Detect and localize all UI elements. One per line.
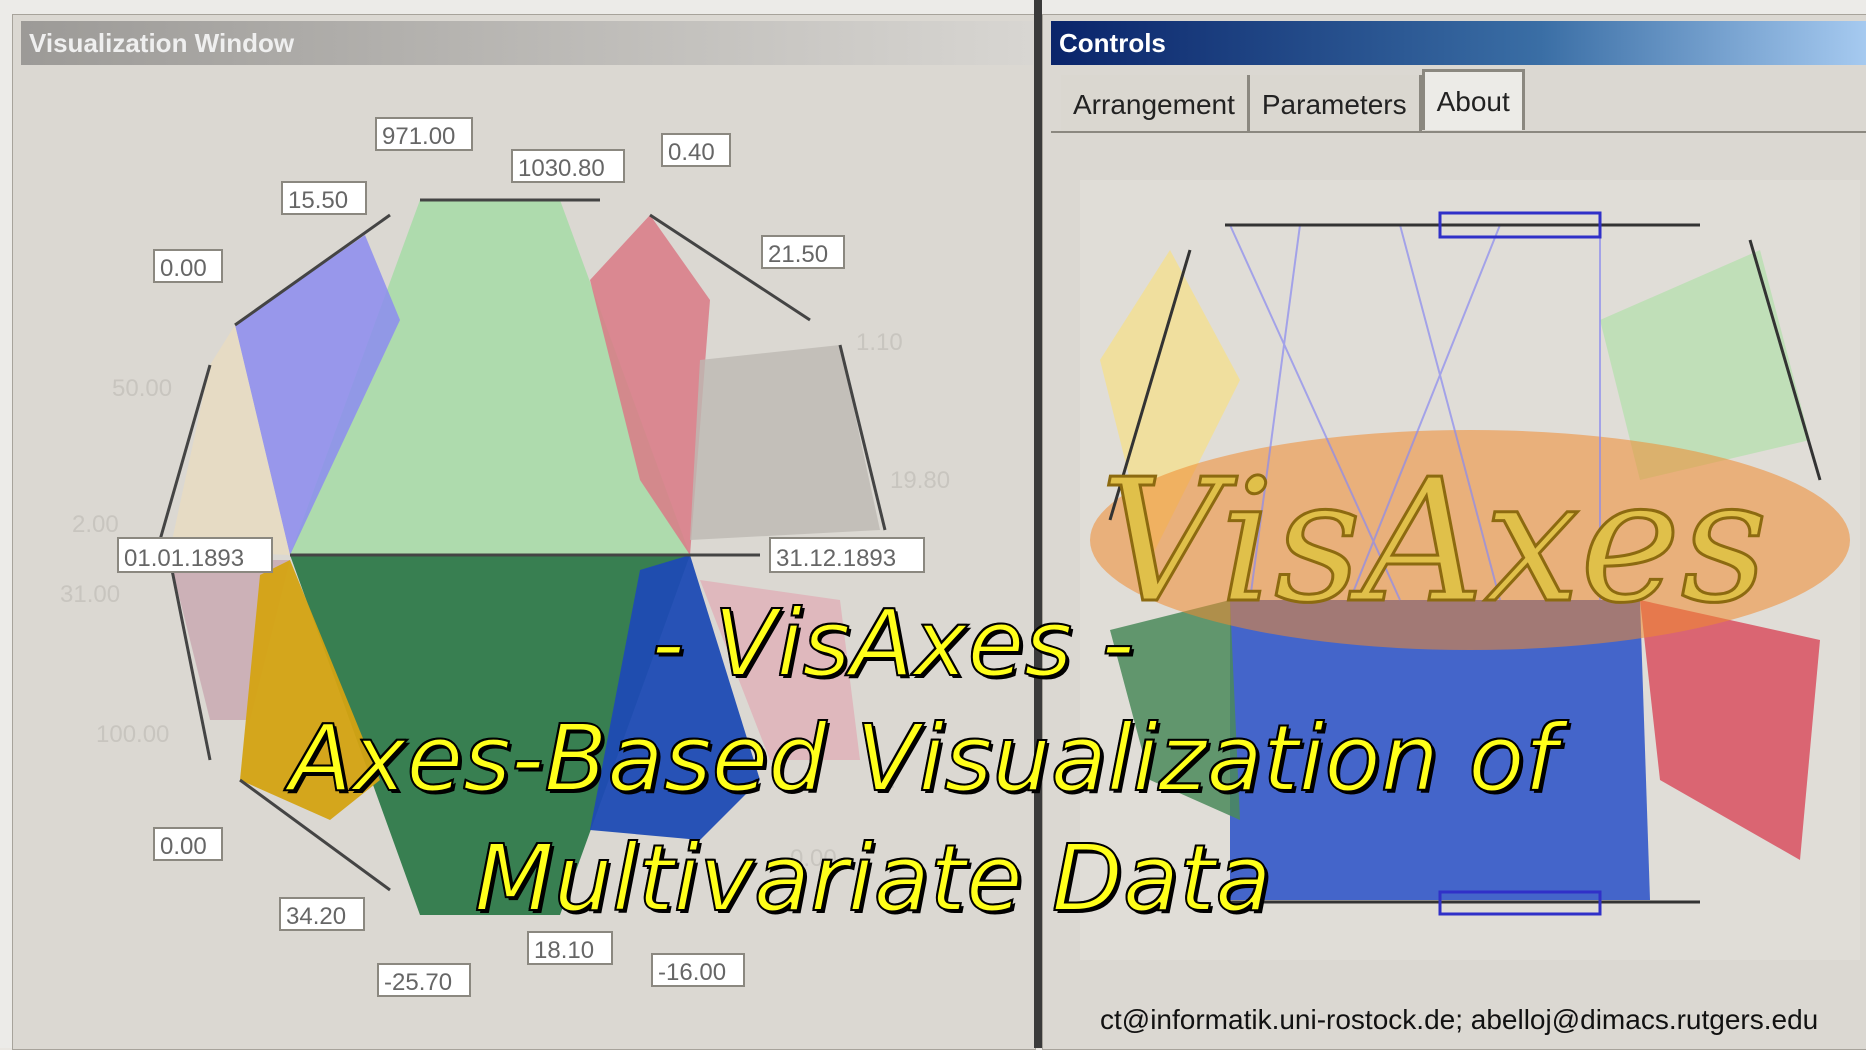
axis-label: 2.00 [72, 511, 119, 538]
axis-band-grey [690, 345, 880, 540]
app-frame: Visualization Window Controls Arrangemen… [0, 0, 1866, 1050]
axis-label: 0.40 [668, 139, 715, 166]
overlay-title-line2: Axes-Based Visualization of [288, 704, 1558, 813]
axis-label: 01.01.1893 [124, 545, 244, 572]
axis-label: 21.50 [768, 241, 828, 268]
axis-label: 971.00 [382, 123, 455, 150]
contact-emails: ct@informatik.uni-rostock.de; abelloj@di… [1100, 1004, 1819, 1035]
axis-label: 19.80 [890, 467, 950, 494]
axis-label: -25.70 [384, 969, 452, 996]
axis-label: 50.00 [112, 375, 172, 402]
axis-label: -16.00 [658, 959, 726, 986]
axis-label: 18.10 [534, 937, 594, 964]
overlay-title-line3: Multivariate Data [473, 824, 1272, 933]
axis-label: 31.12.1893 [776, 545, 896, 572]
axis-label: 1030.80 [518, 155, 605, 182]
axis-label: 1.10 [856, 329, 903, 356]
axis-label: 15.50 [288, 187, 348, 214]
overlay-title-line1: - VisAxes - [650, 589, 1135, 698]
axis-label: 0.00 [160, 255, 207, 282]
